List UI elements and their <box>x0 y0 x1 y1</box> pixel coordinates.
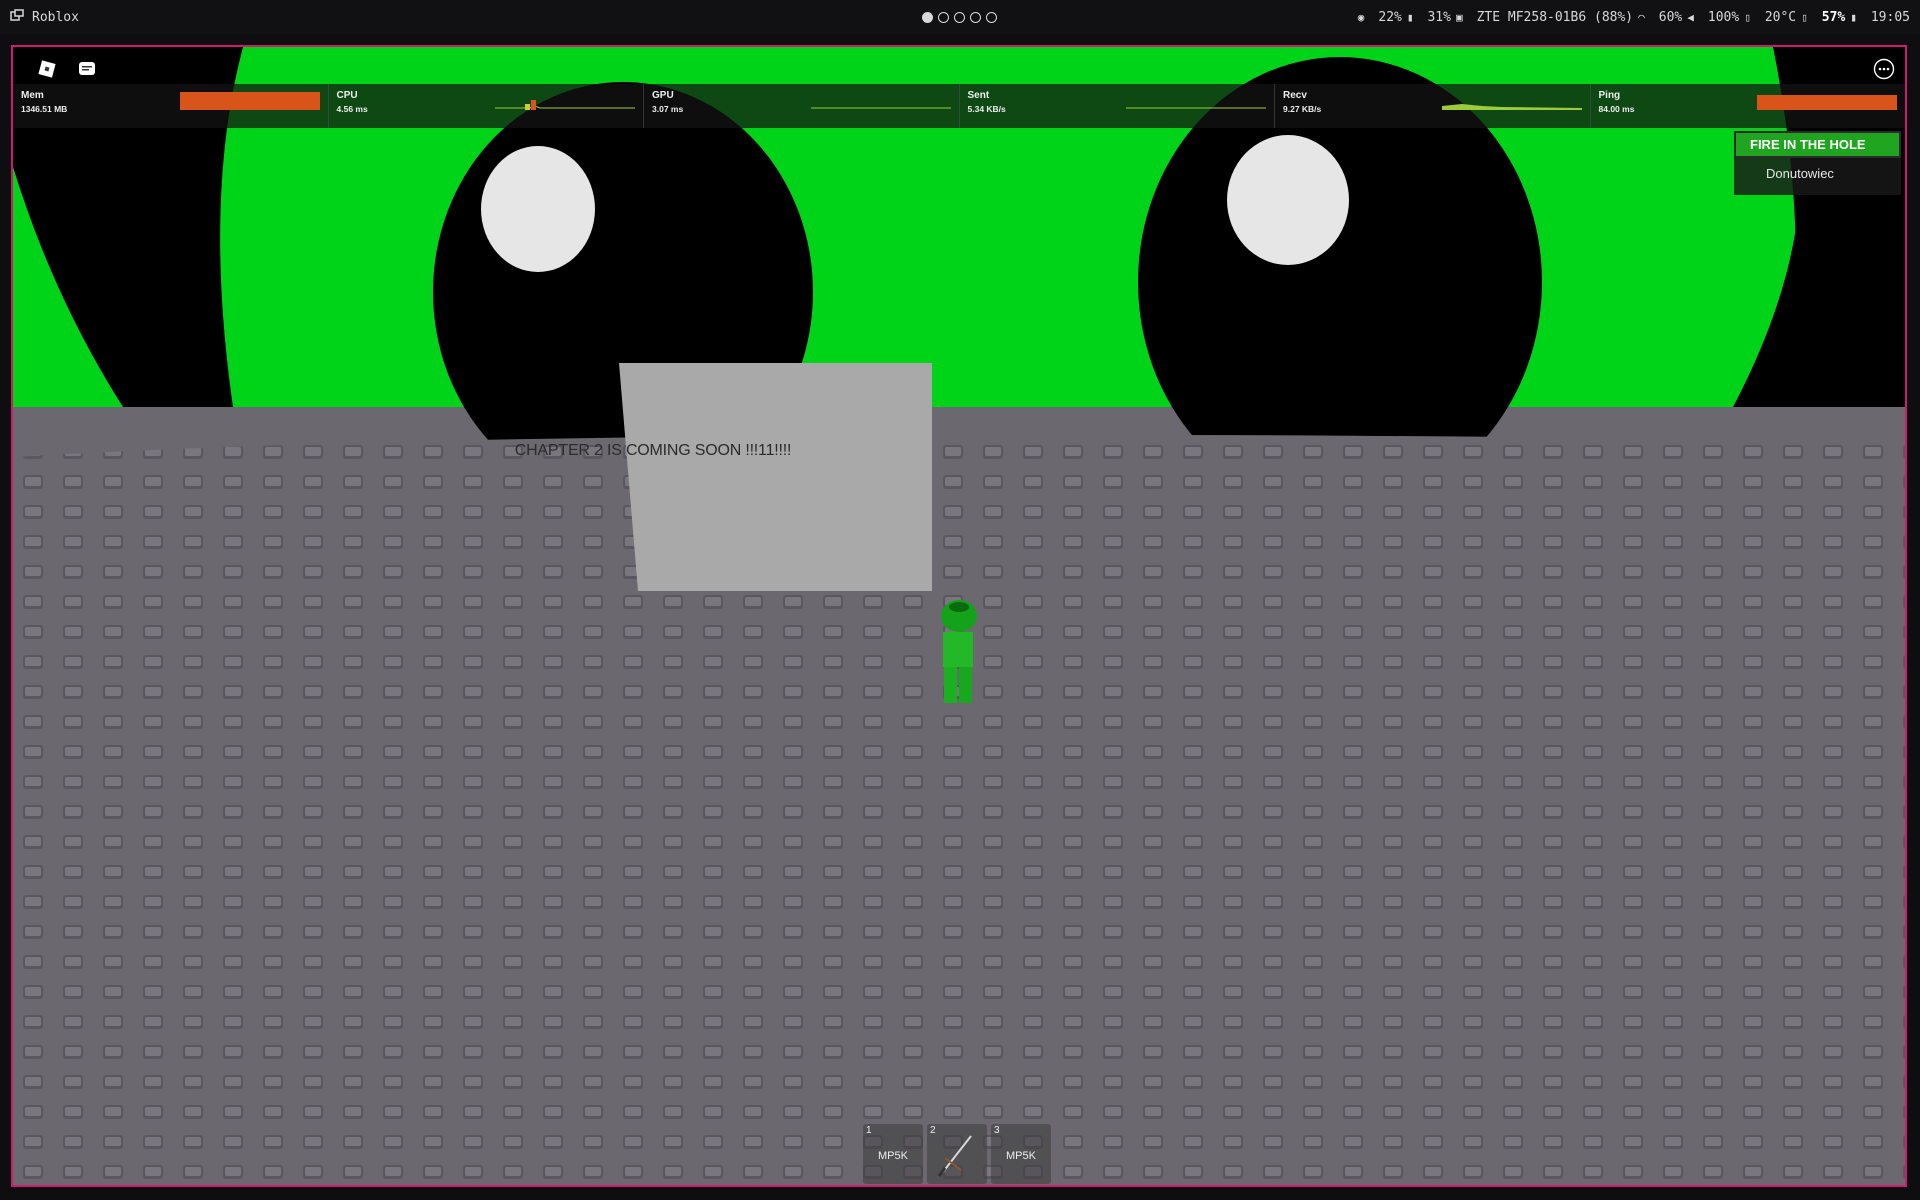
battery-value: 57% <box>1821 9 1846 25</box>
stat-sent[interactable]: Sent 5.34 KB/s <box>959 84 1275 128</box>
workspace-dot[interactable] <box>954 11 965 23</box>
slot-number: 3 <box>994 1125 1000 1136</box>
stat-value: 5.34 KB/s <box>967 104 1006 114</box>
cpu-indicator: 22% ▮ <box>1378 10 1413 25</box>
left-eye-highlight <box>481 146 595 272</box>
stat-graph <box>1441 104 1582 110</box>
brightness-indicator[interactable]: 60% ◀ <box>1659 10 1694 25</box>
slot-item-name: MP5K <box>1006 1150 1036 1162</box>
stat-value: 1346.51 MB <box>21 104 68 114</box>
cpu-value: 22% <box>1378 9 1402 25</box>
volume-value: 100% <box>1707 9 1740 25</box>
roblox-game-window[interactable]: Mem 1346.51 MB CPU 4.56 ms GPU 3.07 ms S… <box>11 45 1907 1187</box>
workspace-dot[interactable] <box>970 11 981 23</box>
stat-graph <box>810 107 951 109</box>
slot-number: 1 <box>866 1125 872 1136</box>
ellipsis-icon <box>1873 58 1895 80</box>
stat-value: 84.00 ms <box>1598 104 1635 114</box>
hotbar-slot-2[interactable]: 2 <box>927 1124 987 1184</box>
stat-label: Ping <box>1598 90 1621 101</box>
volume-indicator[interactable]: 100% ▯ <box>1708 10 1751 25</box>
player-character <box>941 600 977 703</box>
stat-graph <box>1757 95 1897 110</box>
slot-item-name: MP5K <box>878 1150 908 1162</box>
eye-icon[interactable]: ◉ <box>1358 11 1365 24</box>
memory-value: 31% <box>1427 9 1451 25</box>
stat-graph <box>1126 107 1266 109</box>
chat-icon <box>79 62 95 75</box>
window-icon <box>10 9 24 25</box>
baseplate <box>13 434 1905 1185</box>
network-value: ZTE MF258-01B6 (88%) <box>1476 9 1634 25</box>
hotbar-slot-3[interactable]: 3 MP5K <box>991 1124 1051 1184</box>
system-top-bar: Roblox ◉ 22% ▮ 31% ▣ ZTE MF258-01B6 (88%) ◠… <box>0 0 1920 34</box>
workspace-dot[interactable] <box>938 11 949 23</box>
game-viewport[interactable] <box>13 47 1905 1185</box>
player-list-item[interactable]: Donutowiec <box>1734 158 1901 195</box>
stat-graph <box>495 100 635 110</box>
wifi-icon: ◠ <box>1638 10 1645 24</box>
player-list: FIRE IN THE HOLE Donutowiec <box>1734 131 1901 195</box>
stat-graph <box>179 92 320 110</box>
stat-ping[interactable]: Ping 84.00 ms <box>1590 84 1905 128</box>
player-list-header: FIRE IN THE HOLE <box>1734 131 1901 158</box>
network-indicator[interactable]: ZTE MF258-01B6 (88%) ◠ <box>1477 10 1645 25</box>
stat-gpu[interactable]: GPU 3.07 ms <box>644 84 960 128</box>
stat-value: 9.27 KB/s <box>1283 104 1322 114</box>
temperature-value: 20°C <box>1764 9 1797 25</box>
sign-board <box>619 363 932 591</box>
window-title: Roblox <box>32 9 79 25</box>
stat-label: Sent <box>967 90 990 101</box>
microphone-icon: ▯ <box>1744 10 1751 24</box>
stat-mem[interactable]: Mem 1346.51 MB <box>13 84 329 128</box>
roblox-logo-icon <box>38 60 56 78</box>
cpu-icon: ▮ <box>1406 10 1414 24</box>
more-options-button[interactable] <box>1868 53 1900 85</box>
stat-value: 3.07 ms <box>652 104 684 114</box>
sign-text: CHAPTER 2 IS COMING SOON !!!11!!!! <box>514 442 792 459</box>
thermometer-icon: ▯ <box>1801 10 1808 24</box>
workspace-dot[interactable] <box>986 11 997 23</box>
stat-label: Recv <box>1283 90 1307 101</box>
stat-label: CPU <box>336 90 358 101</box>
workspace-dot[interactable] <box>922 11 933 23</box>
speaker-icon: ◀ <box>1687 10 1694 24</box>
performance-stats-bar: Mem 1346.51 MB CPU 4.56 ms GPU 3.07 ms S… <box>13 84 1905 128</box>
memory-indicator: 31% ▣ <box>1427 10 1462 25</box>
clock: 19:05 <box>1870 9 1910 25</box>
right-eye-highlight <box>1227 135 1349 265</box>
battery-icon: ▮ <box>1850 10 1857 24</box>
stat-label: Mem <box>21 90 44 101</box>
battery-indicator: 57% ▮ <box>1822 10 1857 25</box>
stat-cpu[interactable]: CPU 4.56 ms <box>328 84 644 128</box>
chat-button[interactable] <box>71 53 103 85</box>
stat-recv[interactable]: Recv 9.27 KB/s <box>1275 84 1591 128</box>
sword-icon <box>937 1135 972 1177</box>
stat-label: GPU <box>652 90 674 101</box>
hotbar-slot-1[interactable]: 1 MP5K <box>863 1124 923 1184</box>
window-title-group[interactable]: Roblox <box>10 0 79 34</box>
memory-icon: ▣ <box>1455 10 1463 24</box>
workspace-indicator[interactable] <box>922 0 997 34</box>
status-indicators: ◉ 22% ▮ 31% ▣ ZTE MF258-01B6 (88%) ◠ 60% ◀ 1… <box>1358 0 1910 34</box>
stat-value: 4.56 ms <box>336 104 368 114</box>
roblox-menu-button[interactable] <box>31 53 63 85</box>
temperature-indicator: 20°C ▯ <box>1765 10 1808 25</box>
brightness-value: 60% <box>1658 9 1683 25</box>
